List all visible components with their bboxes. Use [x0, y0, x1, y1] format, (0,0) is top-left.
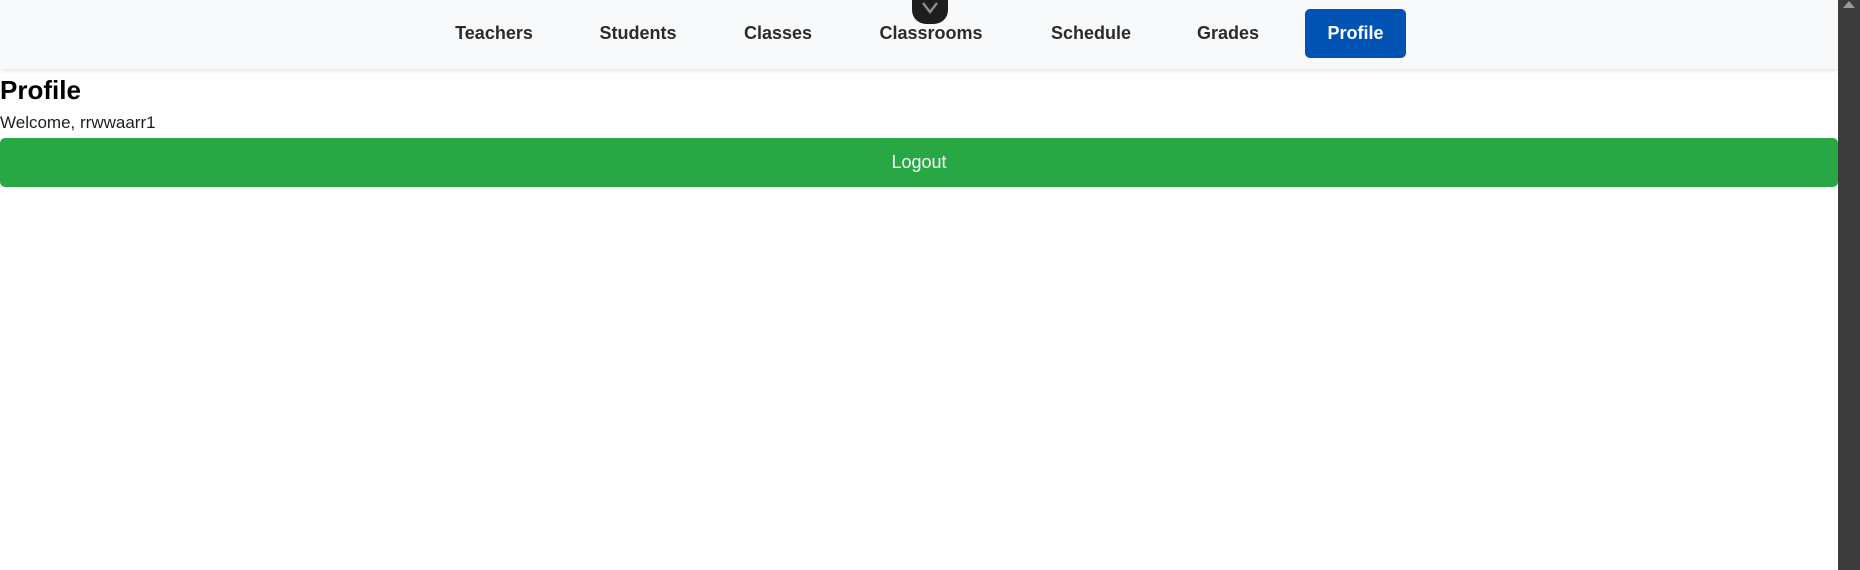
nav-item-teachers[interactable]: Teachers	[434, 9, 554, 58]
nav-item-grades[interactable]: Grades	[1168, 9, 1288, 58]
nav-item-profile[interactable]: Profile	[1305, 9, 1406, 58]
nav-item-students[interactable]: Students	[578, 9, 698, 58]
logout-button[interactable]: Logout	[0, 138, 1838, 187]
username: rrwwaarr1	[80, 113, 156, 132]
nav-item-classes[interactable]: Classes	[718, 9, 838, 58]
welcome-prefix: Welcome,	[0, 113, 80, 132]
scroll-up-arrow-icon[interactable]	[1843, 1, 1855, 8]
page: Teachers Students Classes Classrooms Sch…	[0, 0, 1838, 570]
chevron-down-icon	[921, 0, 939, 15]
welcome-message: Welcome, rrwwaarr1	[0, 112, 156, 134]
nav-item-schedule[interactable]: Schedule	[1031, 9, 1151, 58]
top-navbar: Teachers Students Classes Classrooms Sch…	[0, 0, 1838, 69]
vertical-scrollbar[interactable]	[1838, 0, 1860, 570]
scrollbar-thumb[interactable]	[1841, 16, 1857, 570]
devtools-toggle-button[interactable]	[912, 0, 948, 24]
page-title: Profile	[0, 75, 81, 105]
